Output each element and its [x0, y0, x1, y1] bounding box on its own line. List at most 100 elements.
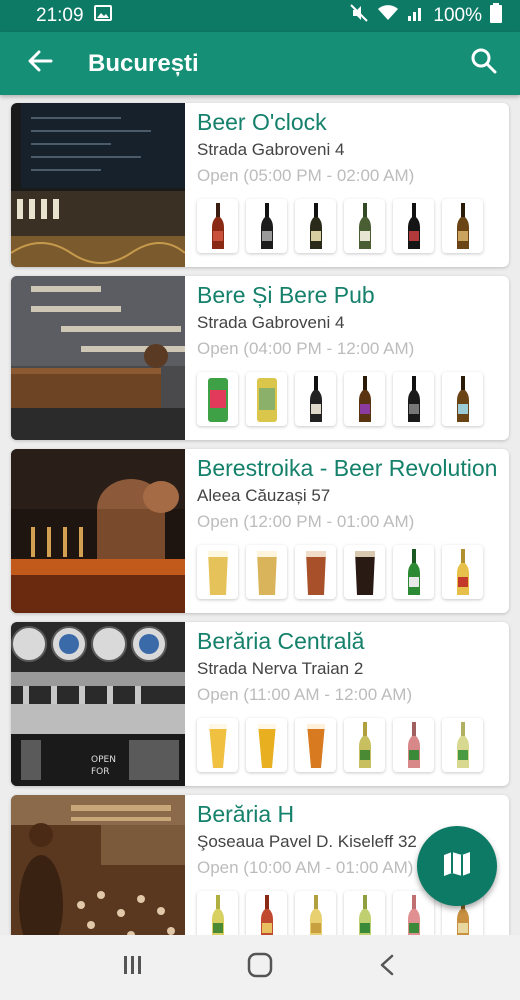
- bottle-green-icon: [358, 203, 371, 249]
- bottle-red-icon: [211, 203, 224, 249]
- beer-thumb[interactable]: [442, 372, 483, 426]
- bar-card[interactable]: Bere Și Bere Pub Strada Gabroveni 4 Open…: [11, 276, 509, 440]
- glass-amber-icon: [306, 724, 325, 768]
- bottle-dark-icon: [407, 203, 420, 249]
- page-title: București: [88, 49, 199, 77]
- beer-thumb[interactable]: [197, 372, 238, 426]
- app-bar: București: [0, 32, 520, 95]
- beer-thumb[interactable]: [442, 545, 483, 599]
- beer-thumb[interactable]: [197, 199, 238, 253]
- bar-name[interactable]: Berestroika - Beer Revolution: [197, 453, 509, 483]
- back-nav-button[interactable]: [357, 943, 417, 993]
- beer-thumb[interactable]: [344, 372, 385, 426]
- bottle-dark-icon: [407, 376, 420, 422]
- bottle-red-icon: [407, 895, 420, 935]
- beer-thumb[interactable]: [393, 372, 434, 426]
- system-nav-bar: [0, 935, 520, 1000]
- can-green-icon: [207, 378, 228, 422]
- status-time: 21:09: [36, 5, 84, 26]
- beer-list: [197, 199, 509, 253]
- arrow-left-icon: [27, 50, 53, 77]
- svg-text:FOR: FOR: [91, 767, 110, 777]
- search-icon: [471, 48, 497, 79]
- beer-thumb[interactable]: [295, 199, 336, 253]
- glass-dark-icon: [354, 551, 375, 595]
- beer-thumb[interactable]: [197, 718, 238, 772]
- beer-thumb[interactable]: [197, 891, 238, 935]
- map-button[interactable]: [417, 826, 497, 906]
- beer-list: [197, 545, 509, 599]
- battery-icon: [490, 3, 502, 29]
- back-button[interactable]: [10, 32, 70, 95]
- beer-thumb[interactable]: [246, 372, 287, 426]
- bottle-green-icon: [407, 549, 420, 595]
- beer-thumb[interactable]: [246, 891, 287, 935]
- beer-thumb[interactable]: [344, 718, 385, 772]
- bar-info: Berăria Centrală Strada Nerva Traian 2 O…: [185, 622, 509, 786]
- bar-info: Beer O'clock Strada Gabroveni 4 Open (05…: [185, 103, 509, 267]
- bar-list[interactable]: Beer O'clock Strada Gabroveni 4 Open (05…: [0, 95, 520, 935]
- bar-card[interactable]: Berestroika - Beer Revolution Aleea Căuz…: [11, 449, 509, 613]
- bar-info: Bere Și Bere Pub Strada Gabroveni 4 Open…: [185, 276, 509, 440]
- bottle-green-icon: [358, 722, 371, 768]
- bar-address: Strada Gabroveni 4: [197, 140, 345, 159]
- beer-thumb[interactable]: [295, 718, 336, 772]
- bar-name[interactable]: Berăria Centrală: [197, 626, 509, 656]
- home-button[interactable]: [230, 943, 290, 993]
- bottle-dark-icon: [309, 203, 322, 249]
- beer-list: [197, 372, 509, 426]
- beer-thumb[interactable]: [246, 545, 287, 599]
- map-icon: [443, 851, 471, 882]
- beer-thumb[interactable]: [295, 891, 336, 935]
- mute-icon: [349, 3, 369, 29]
- bar-address: Aleea Căuzași 57: [197, 486, 331, 505]
- bottle-red-icon: [407, 722, 420, 768]
- beer-thumb[interactable]: [295, 372, 336, 426]
- bar-photo: [11, 449, 185, 613]
- back-nav-icon: [379, 954, 395, 981]
- beer-thumb[interactable]: [442, 199, 483, 253]
- bar-info: Berestroika - Beer Revolution Aleea Căuz…: [185, 449, 509, 613]
- beer-thumb[interactable]: [344, 545, 385, 599]
- beer-thumb[interactable]: [393, 718, 434, 772]
- beer-thumb[interactable]: [442, 718, 483, 772]
- beer-thumb[interactable]: [393, 545, 434, 599]
- search-button[interactable]: [454, 32, 514, 95]
- bar-address: Strada Nerva Traian 2: [197, 659, 364, 678]
- home-icon: [247, 952, 273, 983]
- bar-name[interactable]: Bere Și Bere Pub: [197, 280, 509, 310]
- bar-photo: [11, 276, 185, 440]
- glass-red-icon: [305, 551, 326, 595]
- svg-text:OPEN: OPEN: [91, 755, 116, 765]
- recent-apps-button[interactable]: [103, 943, 163, 993]
- beer-thumb[interactable]: [246, 718, 287, 772]
- bottle-dark-icon: [260, 203, 273, 249]
- bar-card[interactable]: OPEN FOR Berăria Centrală Strada Nerva T…: [11, 622, 509, 786]
- beer-thumb[interactable]: [344, 199, 385, 253]
- bar-photo: OPEN FOR: [11, 622, 185, 786]
- bar-photo: [11, 795, 185, 935]
- glass-yellow-icon: [208, 724, 227, 768]
- beer-thumb[interactable]: [393, 199, 434, 253]
- beer-thumb[interactable]: [344, 891, 385, 935]
- bar-name[interactable]: Berăria H: [197, 799, 509, 829]
- wifi-icon: [377, 4, 399, 28]
- status-bar: 21:09 100%: [0, 0, 520, 32]
- bottle-green-icon: [358, 895, 371, 935]
- glass-yellow-icon: [257, 724, 276, 768]
- beer-thumb[interactable]: [197, 545, 238, 599]
- glass-yellow-icon: [207, 551, 228, 595]
- beer-thumb[interactable]: [393, 891, 434, 935]
- bar-card[interactable]: Beer O'clock Strada Gabroveni 4 Open (05…: [11, 103, 509, 267]
- signal-icon: [407, 4, 425, 28]
- bottle-amber-icon: [358, 376, 371, 422]
- recent-apps-icon: [122, 955, 144, 980]
- bar-name[interactable]: Beer O'clock: [197, 107, 509, 137]
- beer-thumb[interactable]: [246, 199, 287, 253]
- bar-hours: Open (12:00 PM - 01:00 AM): [197, 512, 415, 531]
- bar-address: Strada Gabroveni 4: [197, 313, 345, 332]
- bottle-amber-icon: [456, 203, 469, 249]
- bottle-green-icon: [456, 722, 469, 768]
- battery-percent: 100%: [433, 5, 482, 26]
- beer-thumb[interactable]: [295, 545, 336, 599]
